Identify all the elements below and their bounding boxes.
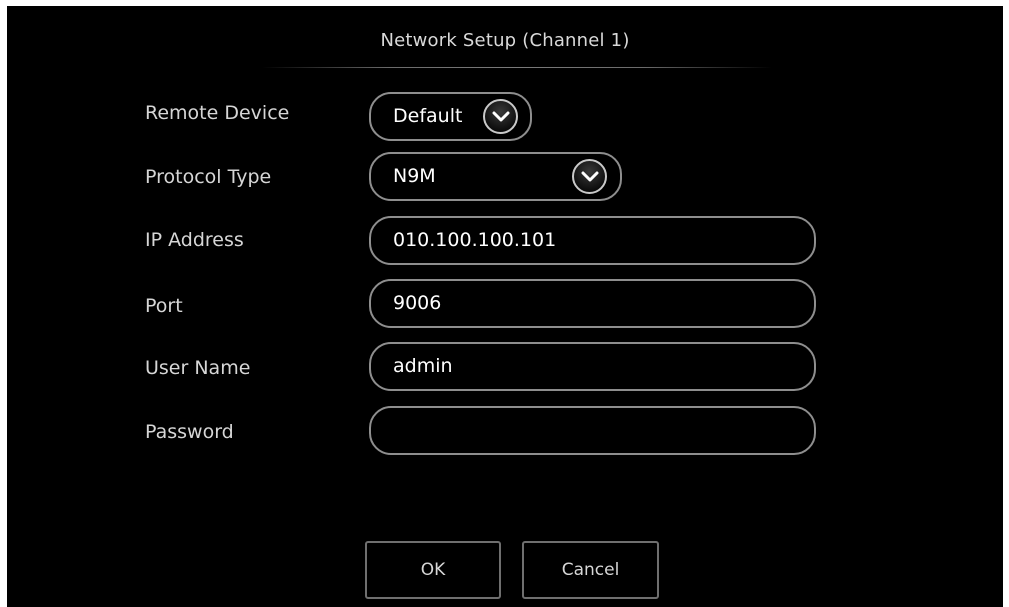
protocol-type-value: N9M bbox=[393, 165, 436, 187]
password-input[interactable] bbox=[369, 406, 816, 455]
remote-device-label: Remote Device bbox=[145, 102, 290, 124]
protocol-type-label: Protocol Type bbox=[145, 166, 272, 188]
user-name-label: User Name bbox=[145, 357, 251, 379]
remote-device-value: Default bbox=[393, 105, 463, 127]
chevron-down-icon bbox=[492, 111, 510, 122]
remote-device-select[interactable]: Default bbox=[369, 92, 532, 141]
user-name-input[interactable]: admin bbox=[369, 342, 816, 391]
port-input[interactable]: 9006 bbox=[369, 279, 816, 328]
port-label: Port bbox=[145, 295, 183, 317]
cancel-button[interactable]: Cancel bbox=[522, 541, 659, 599]
protocol-type-select[interactable]: N9M bbox=[369, 152, 622, 201]
ok-button[interactable]: OK bbox=[365, 541, 501, 599]
chevron-down-icon bbox=[581, 171, 599, 182]
ip-address-input[interactable]: 010.100.100.101 bbox=[369, 216, 816, 265]
dialog-title: Network Setup (Channel 1) bbox=[380, 30, 630, 51]
protocol-type-dropdown-button[interactable] bbox=[572, 159, 607, 194]
title-divider bbox=[262, 67, 772, 68]
ip-address-label: IP Address bbox=[145, 229, 244, 251]
network-setup-dialog: Network Setup (Channel 1) Remote Device … bbox=[7, 6, 1003, 607]
password-label: Password bbox=[145, 421, 234, 443]
remote-device-dropdown-button[interactable] bbox=[483, 99, 518, 134]
